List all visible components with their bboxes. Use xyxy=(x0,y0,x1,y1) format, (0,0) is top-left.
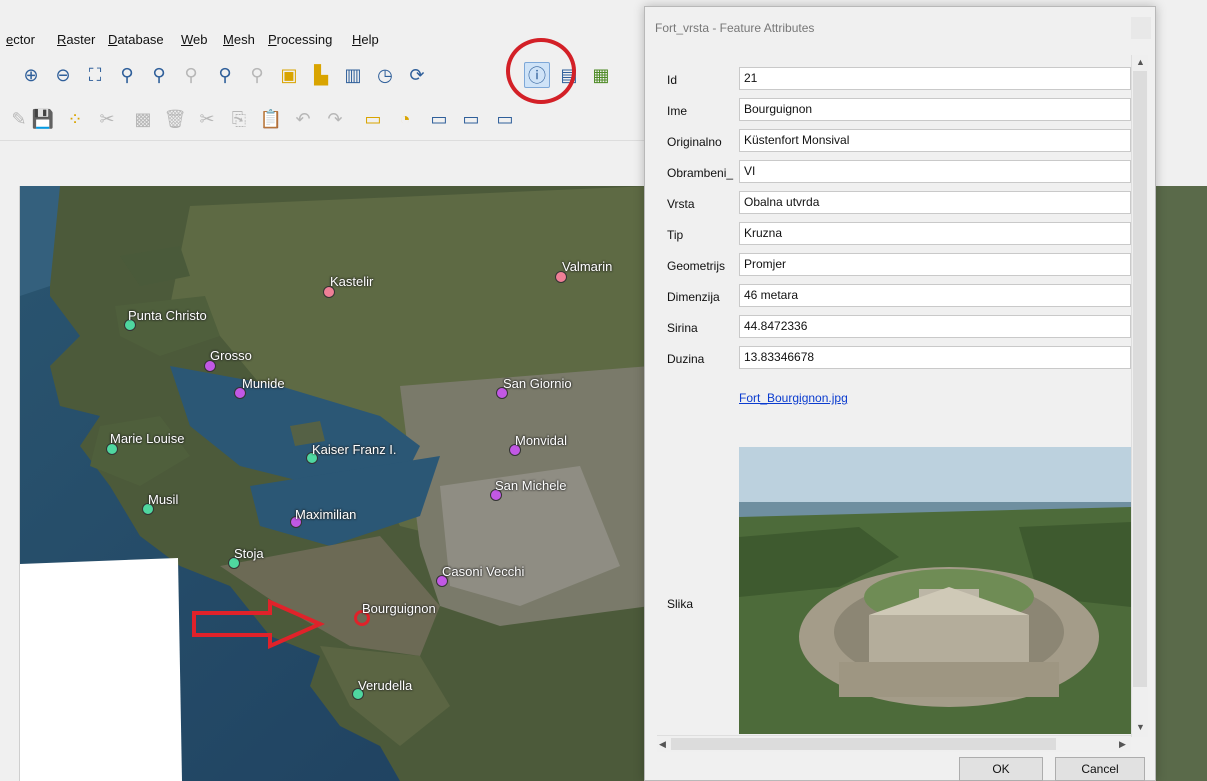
map-canvas-right-strip[interactable] xyxy=(1156,186,1207,781)
new-3d-view-icon[interactable]: ▙ xyxy=(308,62,334,88)
menu-vector[interactable]: ector xyxy=(6,32,35,47)
field-obrambeni[interactable]: VI xyxy=(739,160,1131,183)
cancel-button[interactable]: Cancel xyxy=(1055,757,1145,781)
label-san-michele: San Michele xyxy=(495,478,567,493)
identify-highlight-circle xyxy=(506,38,576,104)
bookmarks-icon[interactable]: ▥ xyxy=(340,62,366,88)
dialog-title: Fort_vrsta - Feature Attributes xyxy=(655,21,815,35)
new-map-view-icon[interactable]: ▣ xyxy=(276,62,302,88)
fort-photo-drawing xyxy=(739,447,1131,734)
paste-features-icon[interactable]: 📋 xyxy=(258,106,284,132)
field-tip[interactable]: Kruzna xyxy=(739,222,1131,245)
scroll-up-icon[interactable]: ▲ xyxy=(1136,57,1145,67)
cut-features-icon[interactable]: ✂ xyxy=(194,106,220,132)
menu-database[interactable]: Database xyxy=(108,32,164,47)
close-button[interactable] xyxy=(1131,17,1151,39)
label-kaiser-franz: Kaiser Franz I. xyxy=(312,442,397,457)
zoom-native-icon[interactable]: ⚲ xyxy=(178,62,204,88)
digitizing-toolbar: ✎ 💾 ⁘ ✂ ▩ 🗑 ✂ ⎘ 📋 ↶ ↷ ▭ ◔ ▭ ▭ ▭ xyxy=(0,100,650,140)
field-vrsta[interactable]: Obalna utvrda xyxy=(739,191,1131,214)
diagram-icon[interactable]: ◔ xyxy=(392,106,418,132)
field-calculator-icon[interactable]: ▦ xyxy=(588,62,614,88)
qgis-window: ector Raster Database Web Mesh Processin… xyxy=(0,0,1207,781)
zoom-last-icon[interactable]: ⚲ xyxy=(212,62,238,88)
field-geometrijs[interactable]: Promjer xyxy=(739,253,1131,276)
copy-features-icon[interactable]: ⎘ xyxy=(226,106,252,132)
fort-photo xyxy=(739,447,1131,734)
refresh-icon[interactable]: ⟳ xyxy=(404,62,430,88)
field-label-sirina: Sirina xyxy=(667,321,698,335)
red-arrow-annotation xyxy=(192,599,325,649)
pin-labels-icon[interactable]: ▭ xyxy=(426,106,452,132)
add-point-feature-icon[interactable]: ⁘ xyxy=(62,106,88,132)
label-stoja: Stoja xyxy=(234,546,264,561)
label-bourguignon: Bourguignon xyxy=(362,601,436,616)
field-label-tip: Tip xyxy=(667,228,684,242)
field-label-vrsta: Vrsta xyxy=(667,197,695,211)
label-marie-louise: Marie Louise xyxy=(110,431,185,446)
field-label-obrambeni: Obrambeni_ xyxy=(667,166,734,180)
label-monvidal: Monvidal xyxy=(515,433,568,448)
label-valmarin: Valmarin xyxy=(562,259,613,274)
label-verudella: Verudella xyxy=(358,678,413,693)
map-canvas[interactable]: Kastelir Valmarin Punta Christo Grosso M… xyxy=(20,186,650,781)
label-tool-icon[interactable]: ▭ xyxy=(360,106,386,132)
toggle-editing-icon[interactable]: ✎ xyxy=(6,106,32,132)
field-dimenzija[interactable]: 46 metara xyxy=(739,284,1131,307)
zoom-full-icon[interactable]: ⛶ xyxy=(82,62,108,88)
menu-web[interactable]: Web xyxy=(181,32,208,47)
scroll-right-icon[interactable]: ▶ xyxy=(1119,739,1126,750)
modify-attributes-icon[interactable]: ▩ xyxy=(130,106,156,132)
image-link[interactable]: Fort_Bourgignon.jpg xyxy=(739,391,848,405)
field-label-ime: Ime xyxy=(667,104,688,118)
field-label-dimenzija: Dimenzija xyxy=(667,290,720,304)
label-punta-christo: Punta Christo xyxy=(128,308,207,323)
vertical-scroll-thumb[interactable] xyxy=(1133,71,1147,687)
field-label-originalno: Originalno xyxy=(667,135,722,149)
field-duzina[interactable]: 13.83346678 xyxy=(739,346,1131,369)
zoom-in-icon[interactable]: ⊕ xyxy=(18,62,44,88)
field-id[interactable]: 21 xyxy=(739,67,1131,90)
horizontal-scrollbar[interactable]: ◀ ▶ xyxy=(657,735,1131,752)
field-label-id: Id xyxy=(667,73,678,87)
redo-icon[interactable]: ↷ xyxy=(322,106,348,132)
layers-panel-edge xyxy=(0,186,20,781)
label-casoni-vecchi: Casoni Vecchi xyxy=(442,564,525,579)
scroll-left-icon[interactable]: ◀ xyxy=(659,739,666,750)
feature-attributes-dialog: Fort_vrsta - Feature Attributes Id 21 Im… xyxy=(644,6,1156,781)
label-munide: Munide xyxy=(242,376,285,391)
menu-processing[interactable]: Processing xyxy=(268,32,332,47)
field-originalno[interactable]: Küstenfort Monsival xyxy=(739,129,1131,152)
zoom-to-layer-icon[interactable]: ⚲ xyxy=(146,62,172,88)
menu-mesh[interactable]: Mesh xyxy=(223,32,255,47)
temporal-controller-icon[interactable]: ◷ xyxy=(372,62,398,88)
horizontal-scroll-thumb[interactable] xyxy=(671,738,1056,750)
field-label-duzina: Duzina xyxy=(667,352,705,366)
scroll-down-icon[interactable]: ▼ xyxy=(1136,722,1145,732)
field-label-geometrijs: Geometrijs xyxy=(667,259,726,273)
vertex-tool-icon[interactable]: ✂ xyxy=(94,106,120,132)
field-sirina[interactable]: 44.8472336 xyxy=(739,315,1131,338)
move-label-icon[interactable]: ▭ xyxy=(492,106,518,132)
label-san-giornio: San Giornio xyxy=(503,376,572,391)
zoom-next-icon[interactable]: ⚲ xyxy=(244,62,270,88)
ok-button[interactable]: OK xyxy=(959,757,1043,781)
vertical-scrollbar[interactable]: ▲ ▼ xyxy=(1131,55,1148,737)
label-musil: Musil xyxy=(148,492,179,507)
zoom-out-icon[interactable]: ⊖ xyxy=(50,62,76,88)
highlight-labels-icon[interactable]: ▭ xyxy=(458,106,484,132)
delete-selected-icon[interactable]: 🗑 xyxy=(162,106,188,132)
menu-raster[interactable]: Raster xyxy=(57,32,95,47)
save-edits-icon[interactable]: 💾 xyxy=(30,106,56,132)
label-maximilian: Maximilian xyxy=(295,507,357,522)
label-grosso: Grosso xyxy=(210,348,252,363)
label-kastelir: Kastelir xyxy=(330,274,374,289)
field-ime[interactable]: Bourguignon xyxy=(739,98,1131,121)
undo-icon[interactable]: ↶ xyxy=(290,106,316,132)
field-label-slika: Slika xyxy=(667,597,694,611)
empty-toolbar-row xyxy=(0,140,650,180)
menu-help[interactable]: Help xyxy=(352,32,379,47)
zoom-to-selection-icon[interactable]: ⚲ xyxy=(114,62,140,88)
